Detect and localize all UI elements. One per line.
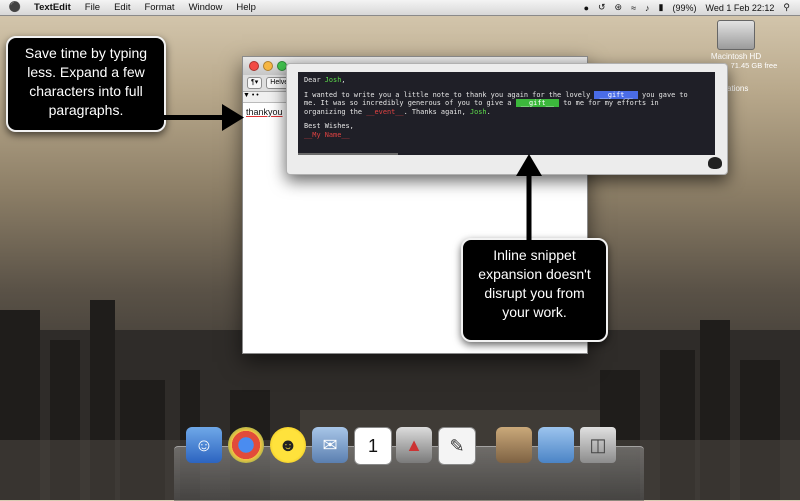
arrow-right-icon xyxy=(164,104,244,131)
mail-icon[interactable]: ✉ xyxy=(312,427,348,463)
cat-menu-icon[interactable]: ● xyxy=(584,3,589,13)
spotlight-icon[interactable]: ⚲ xyxy=(783,2,790,13)
snippet-line-greeting: Dear Josh, xyxy=(304,76,346,84)
volume-icon[interactable]: ♪ xyxy=(645,3,650,13)
menu-bar: ⚫ TextEdit File Edit Format Window Help … xyxy=(0,0,800,16)
callout-left: Save time by typing less. Expand a few c… xyxy=(6,36,166,132)
document-text[interactable]: thankyou xyxy=(246,107,283,117)
chrome-icon[interactable] xyxy=(228,427,264,463)
menu-file[interactable]: File xyxy=(85,2,100,13)
calendar-icon[interactable]: 1 xyxy=(354,427,392,465)
menu-app-name[interactable]: TextEdit xyxy=(34,2,71,13)
textedit-icon[interactable]: ✎ xyxy=(438,427,476,465)
hard-disk-icon xyxy=(717,20,755,50)
menu-edit[interactable]: Edit xyxy=(114,2,130,13)
snippet-field-gift-1[interactable]: __gift__ xyxy=(594,90,638,99)
paragraph-style-popup[interactable]: ¶▾ xyxy=(247,77,263,89)
wifi-icon[interactable]: ≈ xyxy=(631,3,636,13)
menu-clock[interactable]: Wed 1 Feb 22:12 xyxy=(706,3,775,13)
disk-name: Macintosh HD xyxy=(710,52,762,61)
finder-icon[interactable]: ☺ xyxy=(186,427,222,463)
snippet-name-field-2: Josh xyxy=(469,107,487,116)
menu-extras: ● ↺ ⊛ ≈ ♪ ▮ (99%) Wed 1 Feb 22:12 ⚲ xyxy=(584,2,790,13)
menu-window[interactable]: Window xyxy=(189,2,223,13)
apple-menu-icon[interactable]: ⚫ xyxy=(6,2,24,13)
snippet-name-field: Josh xyxy=(324,76,342,84)
minimize-button[interactable] xyxy=(263,61,273,71)
documents-stack-icon[interactable] xyxy=(496,427,532,463)
callout-right: Inline snippet expansion doesn't disrupt… xyxy=(461,238,608,342)
menu-format[interactable]: Format xyxy=(144,2,174,13)
menu-help[interactable]: Help xyxy=(236,2,256,13)
snippet-editor[interactable]: Dear Josh, I wanted to write you a littl… xyxy=(298,72,715,155)
trash-icon[interactable]: ◫ xyxy=(580,427,616,463)
editor-cursor-line xyxy=(298,153,398,155)
downloads-folder-icon[interactable] xyxy=(538,427,574,463)
bluetooth-icon[interactable]: ⊛ xyxy=(615,2,623,13)
dock: ☺ ☻ ✉ 1 ▲ ✎ ◫ xyxy=(174,427,644,501)
close-button[interactable] xyxy=(249,61,259,71)
snippet-field-my-name[interactable]: __My Name__ xyxy=(304,131,350,139)
preview-icon[interactable]: ▲ xyxy=(396,427,432,463)
snippet-paragraph: I wanted to write you a little note to t… xyxy=(304,90,688,116)
time-machine-icon[interactable]: ↺ xyxy=(598,2,606,13)
battery-percent: (99%) xyxy=(672,2,697,13)
snippet-expansion-popup[interactable]: Dear Josh, I wanted to write you a littl… xyxy=(286,63,728,175)
adium-icon[interactable]: ☻ xyxy=(270,427,306,463)
snippet-closing: Best Wishes, __My Name__ xyxy=(304,122,354,139)
arrow-up-icon xyxy=(516,154,542,240)
cat-icon xyxy=(708,157,722,169)
snippet-field-gift-2[interactable]: __gift__ xyxy=(515,99,560,108)
snippet-field-event[interactable]: __event__ xyxy=(366,108,403,116)
battery-icon[interactable]: ▮ xyxy=(659,2,664,13)
desktop-partial-label: ations xyxy=(727,84,749,93)
